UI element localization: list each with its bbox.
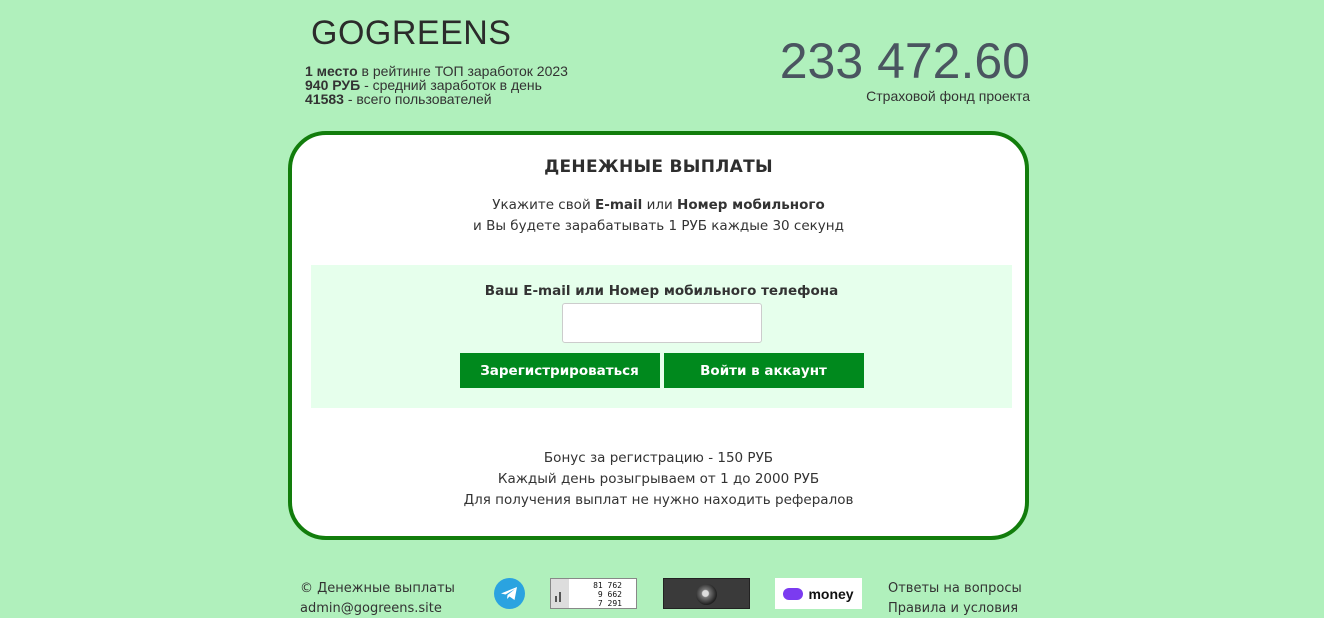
fund-amount: 233 472.60	[780, 34, 1030, 88]
login-button[interactable]: Войти в аккаунт	[664, 353, 864, 388]
faq-link[interactable]: Ответы на вопросы	[888, 579, 1022, 599]
footer-contacts: © Денежные выплаты admin@gogreens.site	[300, 579, 455, 618]
site-stats: 1 место в рейтинге ТОП заработок 2023 94…	[305, 64, 568, 106]
contact-input[interactable]	[562, 303, 762, 343]
footer-links: Ответы на вопросы Правила и условия	[888, 579, 1022, 618]
contact-field-label: Ваш E-mail или Номер мобильного телефона	[311, 283, 1012, 299]
card-subtitle: Укажите свой E-mail или Номер мобильного…	[292, 195, 1025, 237]
rules-link[interactable]: Правила и условия	[888, 599, 1022, 618]
dark-orb-badge-icon[interactable]	[663, 578, 750, 609]
admin-email-link[interactable]: admin@gogreens.site	[300, 599, 455, 618]
bonus-info: Бонус за регистрацию - 150 РУБ Каждый де…	[292, 448, 1025, 511]
visitor-counter-icon[interactable]: 81 762 9 662 7 291	[550, 578, 637, 609]
signup-card: ДЕНЕЖНЫЕ ВЫПЛАТЫ Укажите свой E-mail или…	[288, 131, 1029, 540]
insurance-fund: 233 472.60 Страховой фонд проекта	[780, 34, 1030, 104]
money-label: money	[808, 586, 853, 602]
stat-rank: 1 место в рейтинге ТОП заработок 2023	[305, 64, 568, 78]
bonus-line: Для получения выплат не нужно находить р…	[292, 490, 1025, 511]
stat-users: 41583 - всего пользователей	[305, 92, 568, 106]
stat-avg-earnings: 940 РУБ - средний заработок в день	[305, 78, 568, 92]
brand-logo-text[interactable]: GOGREENS	[311, 14, 511, 53]
bonus-line: Бонус за регистрацию - 150 РУБ	[292, 448, 1025, 469]
card-title: ДЕНЕЖНЫЕ ВЫПЛАТЫ	[292, 157, 1025, 177]
yoomoney-mark-icon	[783, 588, 803, 600]
bonus-line: Каждый день розыгрываем от 1 до 2000 РУБ	[292, 469, 1025, 490]
login-form: Ваш E-mail или Номер мобильного телефона…	[311, 265, 1012, 408]
counter-values: 81 762 9 662 7 291	[593, 581, 622, 608]
fund-label: Страховой фонд проекта	[780, 88, 1030, 104]
register-button[interactable]: Зарегистрироваться	[460, 353, 660, 388]
counter-bars-icon	[551, 579, 569, 608]
orb-icon	[696, 584, 717, 605]
copyright: © Денежные выплаты	[300, 579, 455, 599]
yoomoney-logo-icon[interactable]: money	[775, 578, 862, 609]
telegram-icon[interactable]	[494, 578, 525, 609]
